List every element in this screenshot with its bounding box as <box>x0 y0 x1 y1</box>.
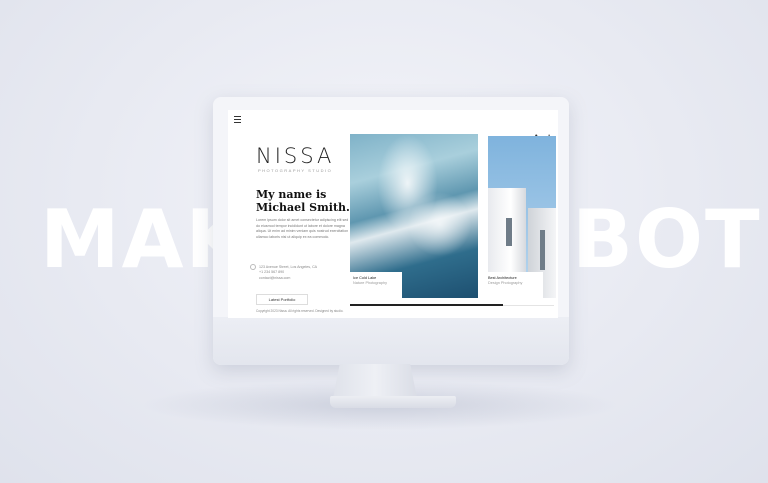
slider-progress-fill <box>350 304 503 306</box>
monitor-chin <box>213 317 569 365</box>
hero-bio: Lorem ipsum dolor sit amet consectetur a… <box>256 218 349 239</box>
hero-headline: My name is Michael Smith. <box>256 188 350 214</box>
portfolio-button[interactable]: Latest Portfolio <box>256 294 308 305</box>
site-tagline: PHOTOGRAPHY STUDIO <box>258 168 333 173</box>
gallery-subtitle: Nature Photography <box>353 281 387 285</box>
slider-progress-track[interactable] <box>350 304 554 306</box>
building-window <box>540 230 545 270</box>
contact-block: 123 Avenue Street, Los Angeles, CA +1 23… <box>250 264 330 281</box>
contact-address: 123 Avenue Street, Los Angeles, CA <box>259 264 318 269</box>
website-screen: NISSA PHOTOGRAPHY STUDIO My name is Mich… <box>228 110 558 318</box>
site-footer-text: Copyright 2023 Nissa. All rights reserve… <box>256 309 344 313</box>
gallery-title: Ice Cold Lake <box>353 276 377 280</box>
gallery-caption-building[interactable]: Best Architecture Design Photography <box>483 272 543 306</box>
monitor-stand-neck <box>333 364 417 398</box>
location-icon <box>250 264 256 270</box>
menu-icon[interactable] <box>234 116 241 123</box>
gallery-title: Best Architecture <box>488 276 517 280</box>
contact-email[interactable]: contact@nissa.com <box>250 276 330 282</box>
monitor-stand-foot <box>330 396 456 408</box>
gallery-subtitle: Design Photography <box>488 281 523 285</box>
background-word-right: BOT <box>572 193 762 286</box>
site-logo[interactable]: NISSA <box>256 144 334 168</box>
gallery-caption-glacier[interactable]: Ice Cold Lake Nature Photography <box>348 272 402 306</box>
building-window <box>506 218 512 246</box>
